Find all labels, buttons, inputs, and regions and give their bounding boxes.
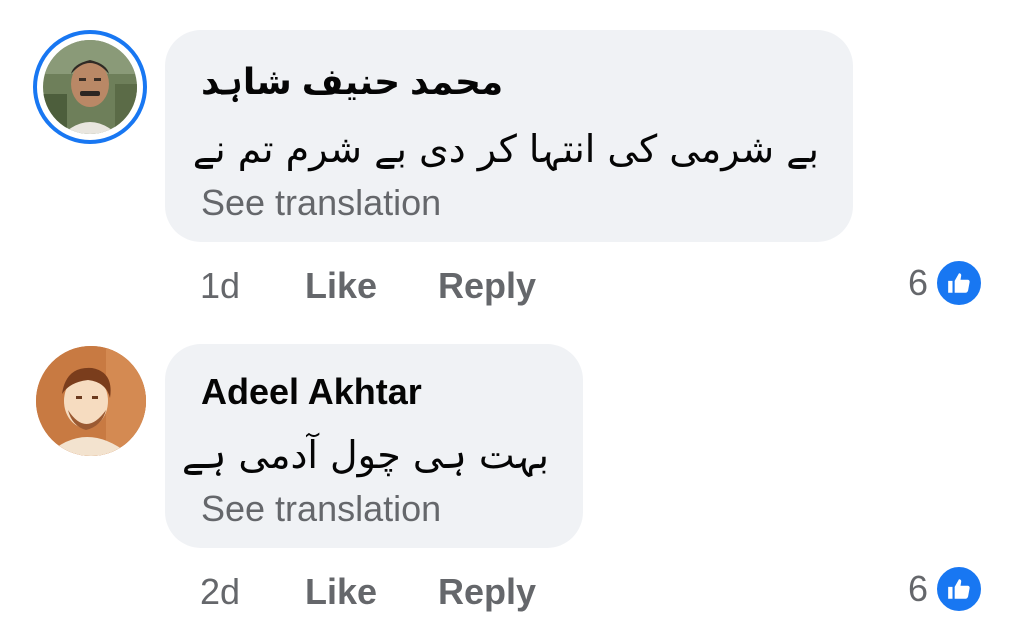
reaction-summary[interactable]: 6 — [908, 564, 985, 614]
profile-photo — [43, 40, 137, 134]
comment-author[interactable]: Adeel Akhtar — [201, 372, 422, 412]
comment-text: بہت ہی چول آدمی ہے — [181, 433, 549, 477]
comment-bubble: Adeel Akhtar بہت ہی چول آدمی ہے See tran… — [165, 344, 583, 548]
like-button[interactable]: Like — [305, 266, 377, 306]
comment-timestamp[interactable]: 1d — [200, 266, 240, 306]
profile-photo — [36, 346, 146, 456]
comment-item: Adeel Akhtar بہت ہی چول آدمی ہے See tran… — [0, 320, 1024, 624]
comment-timestamp[interactable]: 2d — [200, 572, 240, 612]
avatar[interactable] — [33, 30, 147, 144]
reply-button[interactable]: Reply — [438, 266, 536, 306]
comment-author[interactable]: محمد حنیف شاہد — [201, 62, 503, 102]
reaction-count: 6 — [908, 568, 929, 609]
see-translation-link[interactable]: See translation — [201, 183, 441, 223]
like-icon — [934, 258, 985, 308]
reaction-count: 6 — [908, 262, 929, 303]
see-translation-link[interactable]: See translation — [201, 489, 441, 529]
reaction-summary[interactable]: 6 — [908, 258, 985, 308]
comment-text: بے شرمی کی انتہا کر دی بے شرم تم نے — [192, 127, 819, 171]
comment-item: محمد حنیف شاہد بے شرمی کی انتہا کر دی بے… — [0, 0, 1024, 320]
like-button[interactable]: Like — [305, 572, 377, 612]
like-icon — [934, 564, 985, 614]
avatar[interactable] — [36, 346, 146, 456]
reply-button[interactable]: Reply — [438, 572, 536, 612]
comment-bubble: محمد حنیف شاہد بے شرمی کی انتہا کر دی بے… — [165, 30, 853, 242]
